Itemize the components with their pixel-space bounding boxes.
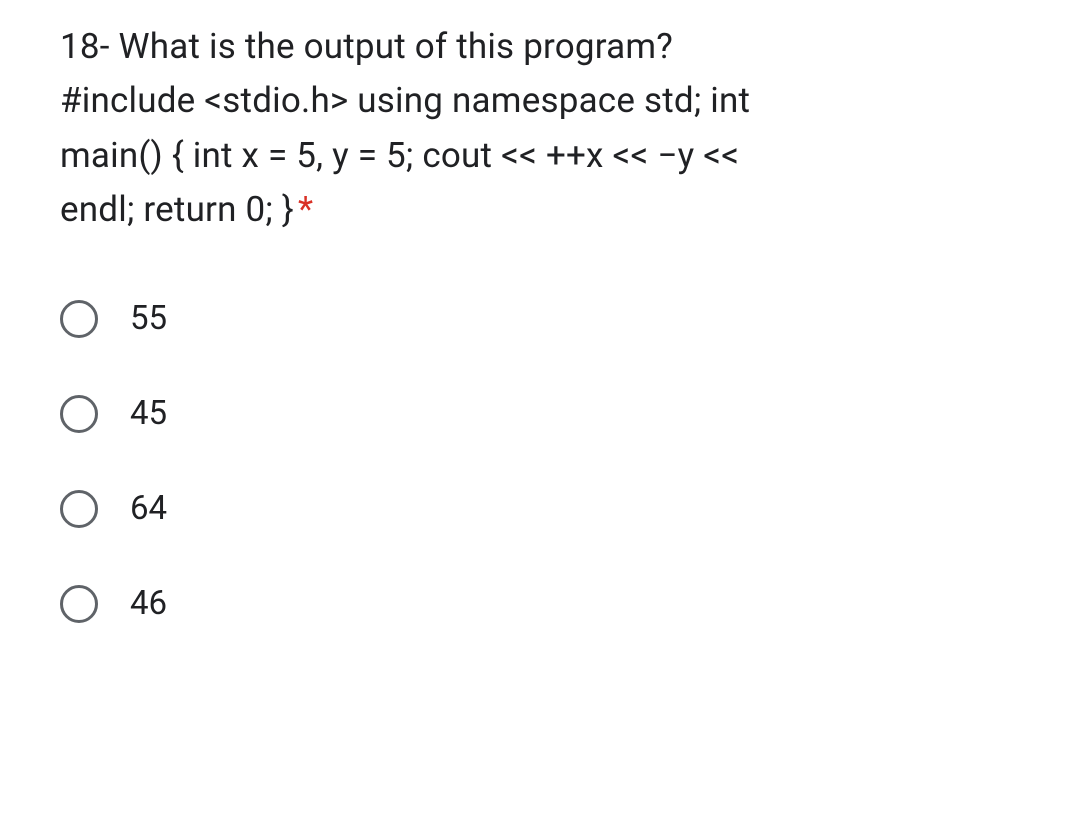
- radio-icon[interactable]: [60, 300, 98, 338]
- options-list: 55 45 64 46: [60, 299, 1009, 623]
- option-row-1[interactable]: 45: [60, 394, 1009, 433]
- option-label: 55: [130, 299, 167, 338]
- option-row-3[interactable]: 46: [60, 584, 1009, 623]
- question-text: 18- What is the output of this program? …: [60, 20, 1009, 237]
- radio-icon[interactable]: [60, 395, 98, 433]
- option-label: 46: [130, 584, 167, 623]
- option-label: 64: [130, 489, 167, 528]
- option-label: 45: [130, 394, 167, 433]
- required-asterisk: *: [298, 189, 313, 230]
- question-line-3: main() { int x = 5, y = 5; cout << ++x <…: [60, 135, 739, 176]
- radio-icon[interactable]: [60, 490, 98, 528]
- question-line-2: #include <stdio.h> using namespace std; …: [60, 80, 750, 121]
- option-row-0[interactable]: 55: [60, 299, 1009, 338]
- option-row-2[interactable]: 64: [60, 489, 1009, 528]
- question-line-4: endl; return 0; }: [60, 189, 294, 230]
- radio-icon[interactable]: [60, 585, 98, 623]
- question-line-1: 18- What is the output of this program?: [60, 26, 673, 67]
